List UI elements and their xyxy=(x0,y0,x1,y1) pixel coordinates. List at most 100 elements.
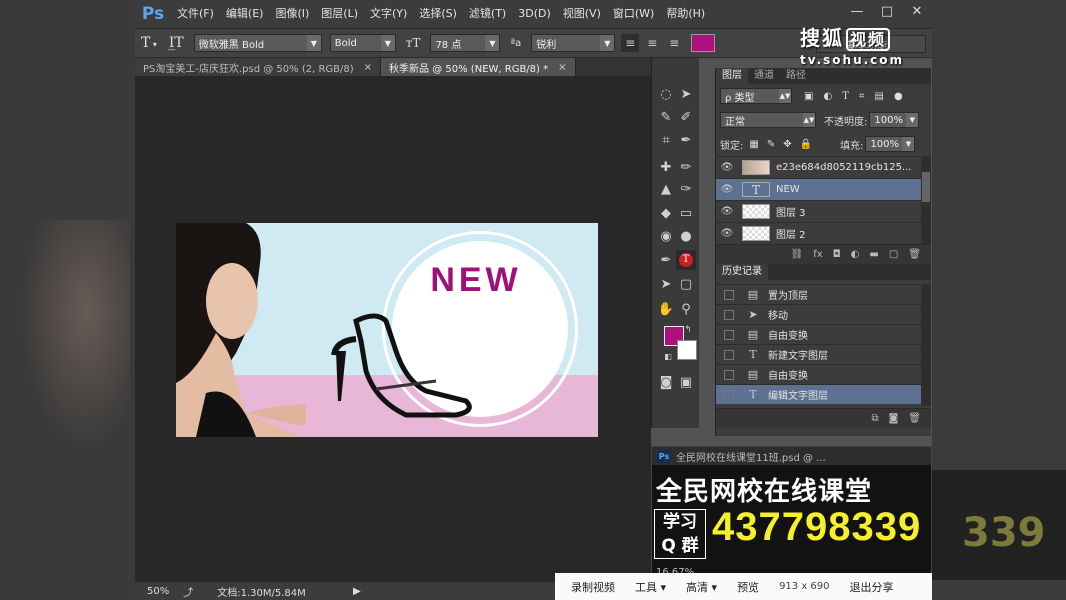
exit-share-button[interactable]: 退出分享 xyxy=(840,579,904,595)
layers-scrollbar[interactable] xyxy=(921,156,931,244)
hand-tool-icon[interactable]: ✋ xyxy=(656,299,676,319)
align-right-icon[interactable]: ≡ xyxy=(665,34,683,52)
layer-row[interactable]: 👁 图层 3 xyxy=(716,200,931,222)
history-item[interactable]: ▤ 自由变换 xyxy=(716,324,931,344)
layer-filter-select[interactable]: ρ 类型 ▲▼ xyxy=(720,88,792,104)
close-icon[interactable]: × xyxy=(558,62,566,73)
path-select-icon[interactable]: ➤ xyxy=(656,274,676,294)
snapshot-checkbox[interactable] xyxy=(724,329,734,340)
history-brush-icon[interactable]: ✑ xyxy=(676,179,696,199)
default-colors-icon[interactable]: ◧ xyxy=(658,346,678,366)
layer-row[interactable]: 👁 e23e684d8052119cb125... xyxy=(716,156,931,178)
snapshot-checkbox[interactable] xyxy=(724,349,734,360)
eraser-tool-icon[interactable]: ◆ xyxy=(656,203,676,223)
snapshot-icon[interactable]: ◙ xyxy=(889,413,899,424)
filter-smart-icon[interactable]: ▤ xyxy=(875,91,884,102)
lock-move-icon[interactable]: ✥ xyxy=(783,139,791,150)
tab-channels[interactable]: 通道 xyxy=(748,68,780,84)
menu-select[interactable]: 选择(S) xyxy=(413,0,463,28)
snapshot-checkbox[interactable] xyxy=(724,389,734,400)
zoom-tool-icon[interactable]: ⚲ xyxy=(676,299,696,319)
font-size-select[interactable]: 78 点 ▼ xyxy=(430,34,501,52)
delete-icon[interactable]: 🗑 xyxy=(908,249,921,260)
history-item[interactable]: ▤ 置为顶层 xyxy=(716,284,931,304)
eye-icon[interactable]: 👁 xyxy=(716,228,738,239)
dodge-tool-icon[interactable]: ● xyxy=(676,226,696,246)
background-color-swatch[interactable] xyxy=(677,340,697,360)
blend-mode-select[interactable]: 正常 ▲▼ xyxy=(720,112,816,128)
zoom-level[interactable]: 50% xyxy=(135,586,183,597)
history-scrollbar[interactable] xyxy=(921,284,931,406)
tab-layers[interactable]: 图层 xyxy=(716,68,748,84)
close-button[interactable]: ✕ xyxy=(902,0,932,22)
type-tool-icon[interactable]: T xyxy=(676,250,696,270)
menu-file[interactable]: 文件(F) xyxy=(171,0,220,28)
add-mask-icon[interactable]: ◘ xyxy=(833,249,841,260)
new-document-icon[interactable]: ⧉ xyxy=(871,413,878,424)
layer-row[interactable]: 👁 T NEW xyxy=(716,178,931,200)
menu-3d[interactable]: 3D(D) xyxy=(512,0,557,28)
tab-paths[interactable]: 路径 xyxy=(780,68,812,84)
pen-tool-icon[interactable]: ✒ xyxy=(656,250,676,270)
quality-button[interactable]: 高清 ▾ xyxy=(676,579,727,595)
lock-pixels-icon[interactable]: ▦ xyxy=(749,139,758,150)
history-item[interactable]: T 新建文字图层 xyxy=(716,344,931,364)
stamp-tool-icon[interactable]: ▲ xyxy=(656,179,676,199)
opacity-field[interactable]: 100% ▼ xyxy=(869,112,920,128)
menu-layer[interactable]: 图层(L) xyxy=(315,0,364,28)
filter-shape-icon[interactable]: ⌗ xyxy=(859,91,865,102)
new-layer-icon[interactable]: ▢ xyxy=(889,249,898,260)
align-left-icon[interactable]: ≡ xyxy=(621,34,640,52)
fx-icon[interactable]: fx xyxy=(813,249,822,260)
eye-icon[interactable]: 👁 xyxy=(716,206,738,217)
eyedropper-icon[interactable]: ✒ xyxy=(676,130,696,150)
filter-adjust-icon[interactable]: ◐ xyxy=(823,91,832,102)
antialias-select[interactable]: 锐利 ▼ xyxy=(531,34,616,52)
quick-select-icon[interactable]: ✐ xyxy=(676,107,696,127)
snapshot-checkbox[interactable] xyxy=(724,289,734,300)
lock-all-icon[interactable]: 🔒 xyxy=(800,139,812,150)
lock-paint-icon[interactable]: ✎ xyxy=(767,139,775,150)
menu-filter[interactable]: 滤镜(T) xyxy=(463,0,512,28)
group-icon[interactable]: ▬ xyxy=(869,249,878,260)
font-style-select[interactable]: Bold ▼ xyxy=(329,34,396,52)
align-center-icon[interactable]: ≡ xyxy=(643,34,661,52)
record-video-button[interactable]: 录制视频 xyxy=(555,579,625,595)
menu-view[interactable]: 视图(V) xyxy=(557,0,607,28)
restore-button[interactable]: □ xyxy=(872,0,902,22)
type-tool-preset-icon[interactable]: T ▾ xyxy=(135,35,163,51)
menu-type[interactable]: 文字(Y) xyxy=(364,0,413,28)
marquee-tool-icon[interactable]: ◌ xyxy=(656,84,676,104)
orientation-toggle-icon[interactable]: I̲T xyxy=(163,35,190,51)
expand-arrow-icon[interactable]: ▶ xyxy=(353,586,361,597)
history-item[interactable]: ➤ 移动 xyxy=(716,304,931,324)
fill-field[interactable]: 100% ▼ xyxy=(865,136,916,152)
preview-button[interactable]: 预览 xyxy=(727,579,769,595)
lasso-tool-icon[interactable]: ✎ xyxy=(656,107,676,127)
quick-mask-icon[interactable]: ◙ xyxy=(656,372,676,392)
history-item[interactable]: T 编辑文字图层 xyxy=(716,384,931,404)
canvas-area[interactable]: NEW xyxy=(135,76,651,582)
shape-tool-icon[interactable]: ▢ xyxy=(676,274,696,294)
menu-window[interactable]: 窗口(W) xyxy=(607,0,660,28)
minimize-button[interactable]: — xyxy=(842,0,872,22)
gradient-tool-icon[interactable]: ▭ xyxy=(676,203,696,223)
tools-button[interactable]: 工具 ▾ xyxy=(625,579,676,595)
export-icon[interactable]: ⤴ xyxy=(183,584,193,599)
text-color-swatch[interactable] xyxy=(691,34,716,52)
link-layers-icon[interactable]: ⛓ xyxy=(791,249,804,260)
healing-brush-icon[interactable]: ✚ xyxy=(656,157,676,177)
close-icon[interactable]: × xyxy=(364,62,372,73)
screen-mode-icon[interactable]: ▣ xyxy=(676,372,696,392)
swap-colors-icon[interactable]: ↰ xyxy=(678,320,698,340)
eye-icon[interactable]: 👁 xyxy=(716,184,738,195)
headline-new[interactable]: NEW xyxy=(396,261,556,300)
blur-tool-icon[interactable]: ◉ xyxy=(656,226,676,246)
snapshot-checkbox[interactable] xyxy=(724,369,734,380)
menu-help[interactable]: 帮助(H) xyxy=(660,0,711,28)
delete-icon[interactable]: 🗑 xyxy=(908,413,921,424)
font-family-select[interactable]: 微软雅黑 Bold ▼ xyxy=(193,34,322,52)
snapshot-checkbox[interactable] xyxy=(724,309,734,320)
crop-tool-icon[interactable]: ⌗ xyxy=(656,130,676,150)
menu-edit[interactable]: 编辑(E) xyxy=(220,0,270,28)
